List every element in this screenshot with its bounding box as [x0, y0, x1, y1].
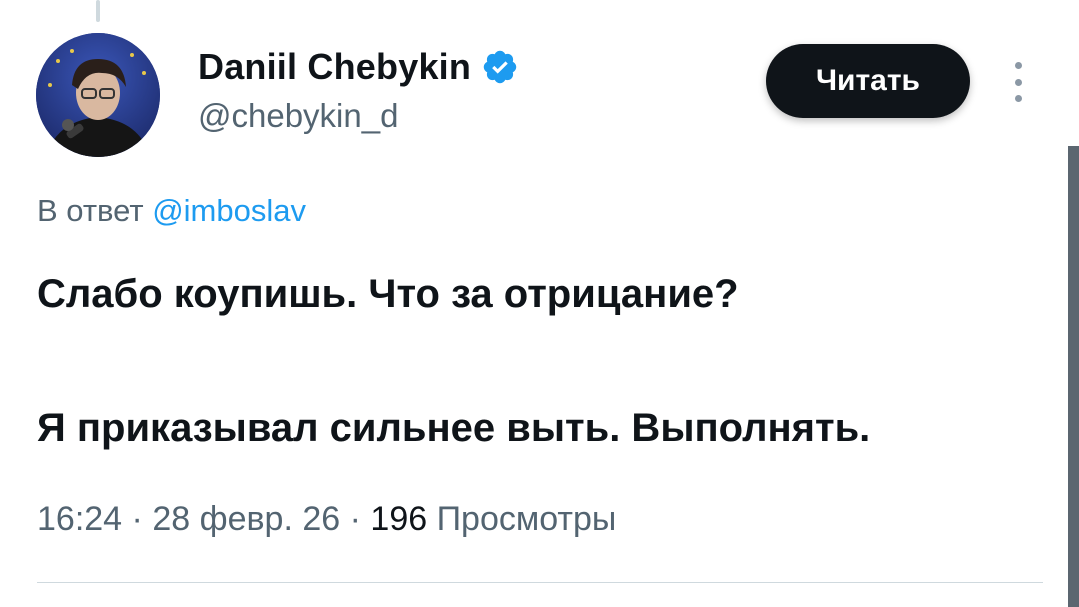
separator: · [131, 500, 143, 538]
views-label[interactable]: Просмотры [437, 500, 617, 538]
follow-button[interactable]: Читать [766, 44, 970, 118]
tweet-text-line: Слабо коупишь. Что за отрицание? [37, 272, 739, 316]
user-avatar-photo-icon [36, 33, 160, 157]
more-vertical-icon [1014, 62, 1022, 69]
reply-context: В ответ @imboslav [37, 193, 306, 229]
separator: · [349, 500, 361, 538]
author-handle[interactable]: @chebykin_d [198, 97, 398, 135]
divider [37, 582, 1043, 583]
reply-prefix: В ответ [37, 193, 144, 228]
verified-badge-icon[interactable] [481, 48, 519, 86]
author-name-row: Daniil Chebykin [198, 46, 519, 88]
author-display-name[interactable]: Daniil Chebykin [198, 46, 471, 88]
tweet-date[interactable]: 28 февр. 26 [152, 500, 340, 538]
scrollbar[interactable] [1068, 146, 1079, 607]
tweet-text-line: Я приказывал сильнее выть. Выполнять. [37, 406, 871, 450]
more-options-button[interactable] [1005, 62, 1031, 102]
reply-mention-link[interactable]: @imboslav [152, 193, 306, 228]
tweet-detail: Daniil Chebykin @chebykin_d Читать В отв… [0, 0, 1079, 607]
tweet-metadata: 16:24 · 28 февр. 26 · 196 Просмотры [37, 500, 616, 539]
tweet-time[interactable]: 16:24 [37, 500, 122, 538]
views-count[interactable]: 196 [370, 500, 427, 538]
thread-connector-line [96, 0, 100, 22]
avatar[interactable] [36, 33, 160, 157]
